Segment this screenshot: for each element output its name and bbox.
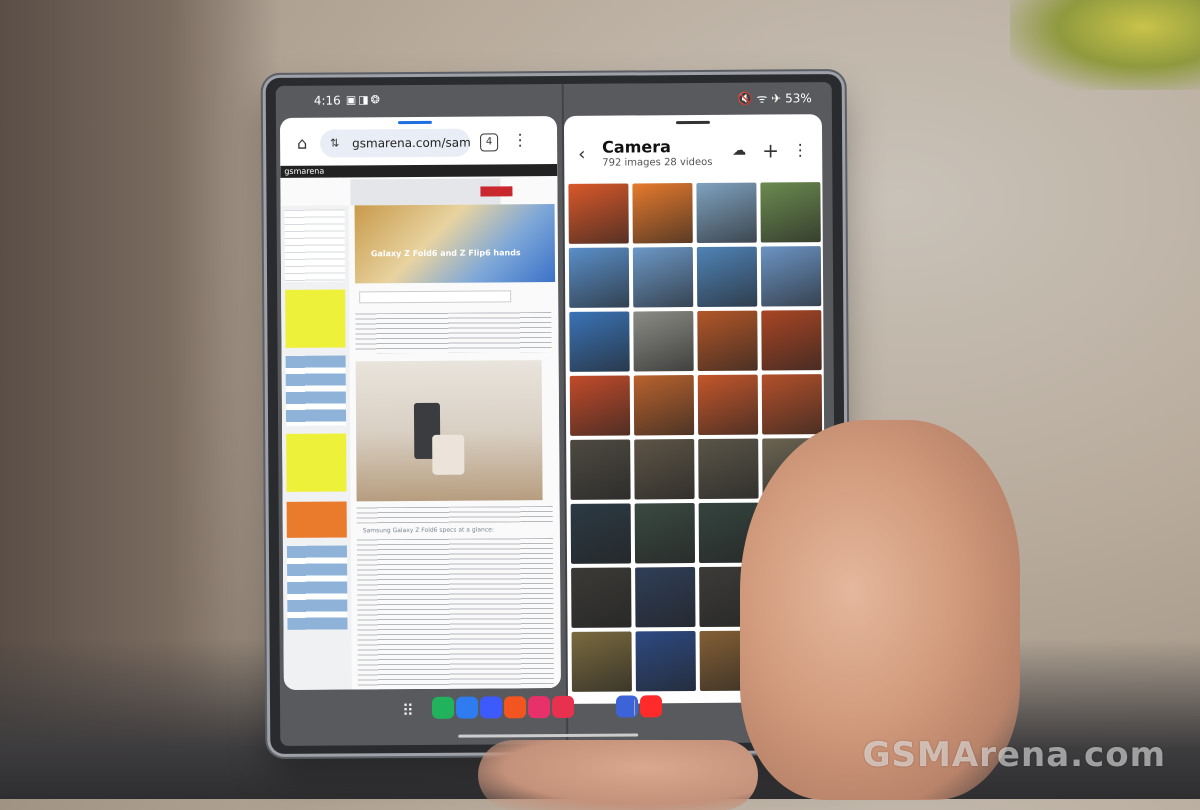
photo-thumbnail[interactable] <box>568 247 630 308</box>
photo-thumbnail[interactable] <box>633 311 694 372</box>
url-field[interactable]: gsmarena.com/sam <box>320 128 471 158</box>
photo-thumbnail[interactable] <box>570 503 632 564</box>
photo-thumbnail[interactable] <box>697 374 759 436</box>
article-hero-image <box>354 204 556 284</box>
browser-toolbar: ⌂ gsmarena.com/sam ⇅ 4 ⋮ <box>280 126 557 164</box>
web-page[interactable]: gsmarena Galaxy Z Fold6 and Z Flip6 hand… <box>280 163 561 690</box>
photo-device-2 <box>432 434 465 475</box>
page-select-dropdown[interactable] <box>359 290 512 304</box>
gallery-app-icon[interactable] <box>527 696 551 719</box>
photo-thumbnail[interactable] <box>570 439 631 500</box>
photo-thumbnail[interactable] <box>635 631 696 692</box>
spec-list <box>356 538 554 690</box>
photo-thumbnail[interactable] <box>696 246 758 308</box>
ad-button[interactable] <box>480 186 513 197</box>
messages-app-icon[interactable] <box>455 696 479 719</box>
photo-thumbnail[interactable] <box>633 375 695 436</box>
site-header: gsmarena <box>280 163 558 178</box>
back-icon[interactable]: ‹ <box>578 144 585 165</box>
related-news-list[interactable] <box>285 355 347 426</box>
article-photo <box>355 360 543 502</box>
phone-app-icon[interactable] <box>431 696 455 719</box>
photo-thumbnail[interactable] <box>760 182 821 243</box>
add-icon[interactable]: + <box>762 138 779 162</box>
browser-pane[interactable]: ⌂ gsmarena.com/sam ⇅ 4 ⋮ gsmarena Galaxy… <box>279 115 561 690</box>
article-paragraph-2 <box>356 506 553 524</box>
more-options-icon[interactable]: ⋮ <box>792 140 808 159</box>
split-drag-handle[interactable] <box>397 120 432 125</box>
taskbar: ⠿ <box>402 695 702 725</box>
sidebar-ad-2[interactable] <box>286 433 347 492</box>
status-bar: 4:16 ▣◨❂ 🔇 ᯤ ✈ 53% <box>276 82 832 116</box>
hero-caption: Galaxy Z Fold6 and Z Flip6 hands <box>370 248 521 259</box>
photo-thumbnail[interactable] <box>761 374 823 435</box>
background-plant <box>1010 0 1200 90</box>
news-thumbnail[interactable] <box>286 501 347 538</box>
photo-thumbnail[interactable] <box>634 503 696 564</box>
album-title: Camera <box>602 137 671 157</box>
notes-app-icon[interactable] <box>503 696 527 719</box>
camera-app-icon[interactable] <box>551 695 575 719</box>
photo-thumbnail[interactable] <box>569 375 631 436</box>
photo-thumbnail[interactable] <box>698 438 759 500</box>
watermark: GSMArena.com <box>862 735 1166 775</box>
article-subheading: Samsung Galaxy Z Fold6 specs at a glance… <box>362 526 494 535</box>
app-drawer-icon[interactable]: ⠿ <box>402 701 414 720</box>
photo-thumbnail[interactable] <box>569 311 630 372</box>
dock-separator <box>633 699 636 716</box>
more-news-list[interactable] <box>286 545 348 630</box>
article-paragraph <box>355 312 552 354</box>
site-logo[interactable]: gsmarena <box>284 167 324 176</box>
pane-handle[interactable] <box>675 120 710 125</box>
spec-table <box>284 209 346 282</box>
youtube-app-icon[interactable] <box>639 695 663 718</box>
photo-thumbnail[interactable] <box>632 247 694 308</box>
thumb <box>478 740 758 810</box>
dock-apps <box>402 695 702 719</box>
banner-ad[interactable] <box>350 178 513 206</box>
album-count: 792 images 28 videos <box>602 156 713 169</box>
status-right-indicators: 🔇 ᯤ ✈ 53% <box>737 91 812 106</box>
photo-thumbnail[interactable] <box>697 310 758 372</box>
photo-thumbnail[interactable] <box>696 182 757 244</box>
cloud-off-icon[interactable]: ☁ <box>732 143 746 159</box>
home-icon[interactable]: ⌂ <box>292 134 312 154</box>
photo-thumbnail[interactable] <box>634 439 695 500</box>
site-settings-icon[interactable]: ⇅ <box>330 137 339 150</box>
photo-thumbnail[interactable] <box>635 567 696 628</box>
sidebar-ad[interactable] <box>285 289 346 348</box>
photo-thumbnail[interactable] <box>568 183 629 244</box>
status-time: 4:16 <box>313 93 341 108</box>
sidebar-column <box>280 205 352 690</box>
photo-thumbnail[interactable] <box>760 246 822 307</box>
status-notification-icons: ▣◨❂ <box>345 93 382 107</box>
photo-thumbnail[interactable] <box>761 310 822 371</box>
browser-menu-icon[interactable]: ⋮ <box>512 130 528 149</box>
photo-thumbnail[interactable] <box>632 183 693 244</box>
photo-thumbnail[interactable] <box>571 567 632 628</box>
photo-thumbnail[interactable] <box>571 631 632 692</box>
gesture-bar[interactable] <box>458 733 639 738</box>
internet-app-icon[interactable] <box>479 696 503 719</box>
tab-count-button[interactable]: 4 <box>480 133 499 152</box>
